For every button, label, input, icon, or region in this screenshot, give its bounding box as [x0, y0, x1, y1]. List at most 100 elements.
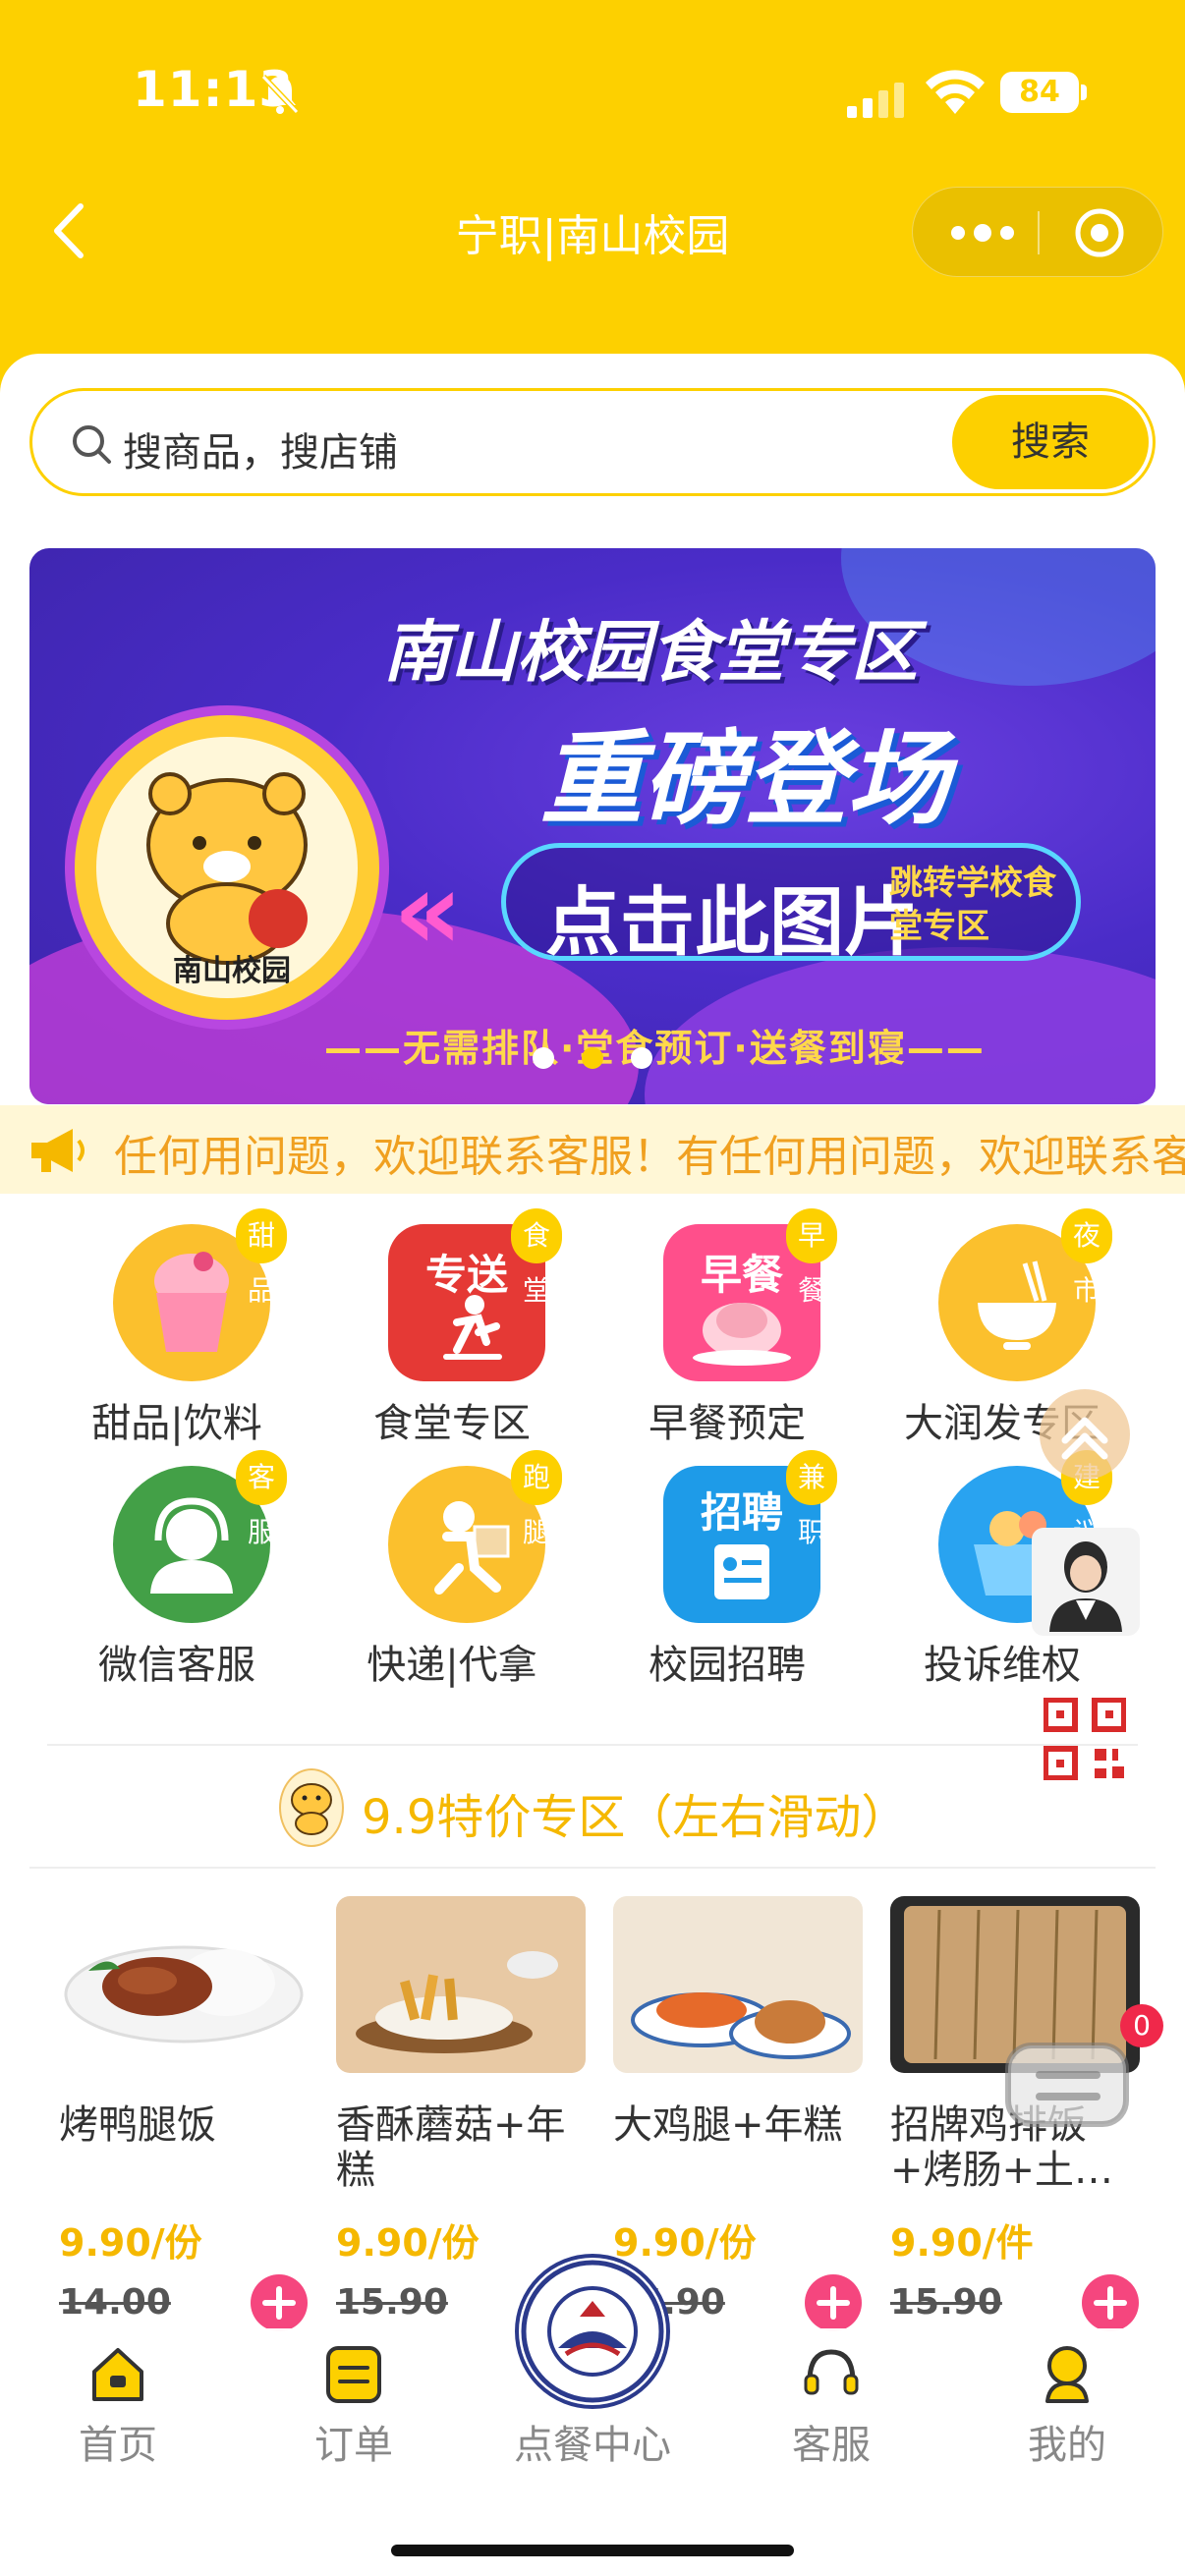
megaphone-icon	[31, 1129, 85, 1172]
tab-profile[interactable]: 我的	[979, 2342, 1156, 2468]
status-bar: 11:13 84	[0, 0, 1185, 196]
canteen-mascot-logo: 南山校园	[65, 705, 389, 1030]
product-card[interactable]: 大鸡腿+年糕 9.90/份 15.90	[613, 1896, 863, 2331]
back-arrow-icon[interactable]	[37, 196, 106, 265]
add-to-cart-button[interactable]	[251, 2274, 308, 2331]
floating-cart-icon[interactable]	[1002, 2024, 1134, 2142]
headset-icon	[804, 2349, 859, 2395]
agent-avatar-icon	[1049, 1541, 1122, 1632]
product-price: 9.90/份	[59, 2221, 202, 2265]
wifi-icon	[926, 70, 985, 114]
category-badge: 早餐	[786, 1208, 838, 1307]
product-name: 香酥蘑菇+年糕	[336, 2102, 566, 2193]
tab-label: 首页	[79, 2423, 157, 2468]
product-price: 9.90/份	[336, 2221, 480, 2265]
section-divider	[29, 1867, 1156, 1869]
tab-orders[interactable]: 订单	[265, 2342, 442, 2468]
tiger-mascot-icon: 南山校园	[146, 772, 308, 988]
product-name: 大鸡腿+年糕	[613, 2102, 843, 2148]
category-dessert-drinks[interactable]: 甜品 甜品|饮料	[69, 1208, 288, 1446]
banner-subheadline: 重磅登场	[540, 719, 950, 839]
product-image	[59, 1896, 309, 2073]
product-name: 烤鸭腿饭	[59, 2102, 216, 2148]
tiger-mascot-icon	[291, 1783, 332, 1835]
product-price: 9.90/件	[890, 2221, 1034, 2265]
scroll-to-top-button[interactable]	[1040, 1389, 1130, 1480]
product-original-price: 15.90	[336, 2282, 448, 2323]
product-image	[336, 1896, 586, 2073]
add-to-cart-button[interactable]	[805, 2274, 862, 2331]
category-label: 快递|代拿	[367, 1643, 537, 1688]
search-bar[interactable]: 搜商品，搜店铺 搜索	[29, 388, 1156, 496]
chevron-up-icon	[1061, 1417, 1108, 1460]
product-card[interactable]: 烤鸭腿饭 9.90/份 14.00	[59, 1896, 309, 2331]
banner-chevrons: «	[393, 848, 464, 974]
carousel-dot[interactable]	[533, 1047, 554, 1069]
product-image	[613, 1896, 863, 2073]
search-button[interactable]: 搜索	[952, 395, 1149, 489]
capsule-divider	[1038, 211, 1040, 254]
section-divider	[47, 1744, 1138, 1746]
product-original-price: 14.00	[59, 2282, 171, 2323]
plus-icon	[262, 2286, 296, 2320]
mushroom-ricecake-image	[356, 1951, 558, 2053]
category-wechat-service[interactable]: 客服 微信客服	[69, 1450, 288, 1688]
tab-label: 客服	[792, 2423, 871, 2468]
category-recruitment[interactable]: 招聘 兼职 校园招聘	[619, 1450, 838, 1688]
home-indicator	[391, 2545, 794, 2556]
close-miniprogram-icon[interactable]	[1074, 207, 1125, 258]
category-courier[interactable]: 跑腿 快递|代拿	[344, 1450, 563, 1688]
banner-cta-subtext: 跳转学校食堂专区	[889, 864, 1056, 946]
home-icon	[92, 2348, 143, 2401]
category-badge: 客服	[236, 1450, 288, 1548]
search-icon	[73, 425, 111, 464]
university-emblem-icon	[521, 2260, 664, 2403]
cart-count-badge: 0	[1120, 2004, 1163, 2047]
category-canteen[interactable]: 专送 食堂 食堂专区	[344, 1208, 563, 1446]
page-title: 宁职|南山校园	[455, 211, 730, 261]
product-card[interactable]: 香酥蘑菇+年糕 9.90/份 15.90	[336, 1896, 586, 2331]
carousel-dot[interactable]	[631, 1047, 652, 1069]
banner-cta[interactable]: 点击此图片 跳转学校食堂专区	[501, 843, 1081, 966]
category-label: 校园招聘	[649, 1643, 806, 1688]
add-to-cart-button[interactable]	[1082, 2274, 1139, 2331]
category-badge: 夜市	[1061, 1208, 1113, 1307]
more-menu-icon[interactable]	[948, 215, 1017, 251]
tab-label[interactable]: 点餐中心	[494, 2413, 691, 2470]
banner-cta-text: 点击此图片	[545, 878, 919, 966]
tab-service[interactable]: 客服	[743, 2342, 920, 2468]
battery-icon: 84	[1000, 72, 1079, 113]
tab-label: 我的	[1028, 2423, 1106, 2468]
category-label: 甜品|饮料	[91, 1401, 262, 1446]
qr-code-icon[interactable]	[1044, 1698, 1126, 1780]
mute-bell-icon	[260, 74, 300, 115]
banner-headline: 南山校园食堂专区	[383, 614, 919, 692]
mascot-tiger: 南山校园	[96, 737, 358, 998]
product-original-price: 15.90	[890, 2282, 1002, 2323]
tab-label: 订单	[314, 2423, 393, 2468]
university-logo-button[interactable]	[515, 2254, 670, 2409]
category-badge: 食堂	[511, 1208, 563, 1307]
category-breakfast[interactable]: 早餐 早餐 早餐预定	[619, 1208, 838, 1446]
mascot-small-logo	[279, 1768, 344, 1847]
promo-banner[interactable]: 南山校园 南山校园食堂专区 重磅登场 « 点击此图片 跳转学校食堂专区 ——无需…	[29, 548, 1156, 1104]
miniprogram-capsule	[912, 187, 1163, 277]
duck-rice-image	[64, 1945, 304, 2044]
battery-level: 84	[1019, 75, 1060, 109]
tab-home[interactable]: 首页	[29, 2342, 206, 2468]
category-label: 投诉维权	[924, 1643, 1081, 1688]
plus-icon	[817, 2286, 850, 2320]
banner-tagline: ——无需排队·堂食预订·送餐到寝——	[324, 1027, 986, 1070]
category-label: 早餐预定	[649, 1401, 806, 1446]
carousel-dot-active[interactable]	[582, 1047, 603, 1069]
special-section-title: 9.9特价专区（左右滑动）	[362, 1790, 909, 1845]
category-badge: 甜品	[236, 1208, 288, 1307]
orders-icon	[326, 2346, 381, 2403]
category-badge: 跑腿	[511, 1450, 563, 1548]
notice-bar[interactable]: 任何用问题，欢迎联系客服！有任何用问题，欢迎联系客服！	[0, 1105, 1185, 1194]
profile-icon	[1045, 2346, 1089, 2403]
signal-icon	[847, 83, 904, 118]
category-label: 食堂专区	[373, 1401, 531, 1446]
search-input[interactable]: 搜商品，搜店铺	[123, 420, 398, 477]
service-agent-avatar[interactable]	[1032, 1528, 1140, 1636]
